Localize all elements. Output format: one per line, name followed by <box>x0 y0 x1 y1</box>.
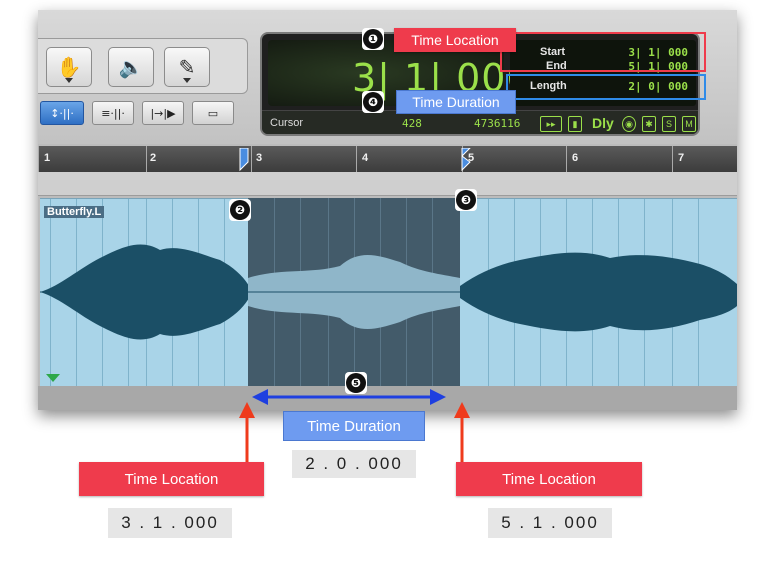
time-location-label-right: Time Location <box>456 462 642 496</box>
start-location-value: 3 . 1 . 000 <box>108 508 232 538</box>
start-location-arrow-head <box>239 402 255 418</box>
time-duration-label-bottom: Time Duration <box>283 411 425 441</box>
duration-arrow-right-head <box>430 389 446 405</box>
duration-arrow-left-head <box>252 389 268 405</box>
time-location-label-left: Time Location <box>79 462 264 496</box>
end-location-arrow-head <box>454 402 470 418</box>
tutorial-figure: ✋ 🔈 ✎ ↕·||· ≡·||· |→|▶ ▭ 3| 1| 000 Start… <box>0 0 767 564</box>
end-location-value: 5 . 1 . 000 <box>488 508 612 538</box>
duration-value: 2 . 0 . 000 <box>292 450 416 478</box>
